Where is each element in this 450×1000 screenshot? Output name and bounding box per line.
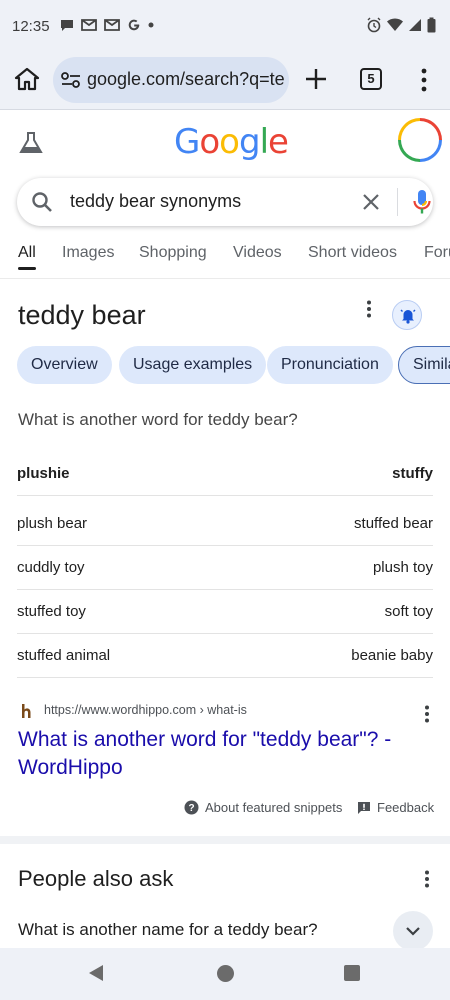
battery-icon bbox=[427, 17, 436, 33]
labs-flask-icon[interactable] bbox=[18, 130, 44, 156]
synonym-left[interactable]: cuddly toy bbox=[17, 559, 85, 576]
address-bar[interactable]: google.com/search?q=te bbox=[53, 57, 289, 103]
account-avatar[interactable] bbox=[398, 118, 442, 162]
search-icon bbox=[32, 192, 52, 212]
tab-all[interactable]: All bbox=[18, 244, 36, 262]
search-box[interactable]: teddy bear synonyms bbox=[17, 178, 433, 226]
alert-button[interactable] bbox=[392, 300, 422, 330]
paa-question[interactable]: What is another name for a teddy bear? bbox=[18, 920, 318, 940]
tabs-divider bbox=[0, 278, 450, 279]
google-g-icon bbox=[128, 19, 140, 31]
site-settings-icon[interactable] bbox=[60, 71, 82, 89]
search-input[interactable]: teddy bear synonyms bbox=[70, 191, 241, 212]
microphone-icon[interactable] bbox=[412, 189, 432, 215]
tab-videos[interactable]: Videos bbox=[233, 244, 282, 262]
gmail-icon bbox=[104, 19, 120, 31]
snippet-question: What is another word for teddy bear? bbox=[18, 410, 298, 429]
recents-icon[interactable] bbox=[344, 965, 360, 981]
wordhippo-favicon bbox=[22, 704, 31, 718]
dot-icon bbox=[148, 22, 154, 28]
google-logo-letter: e bbox=[268, 122, 289, 162]
chip-pronunciation[interactable]: Pronunciation bbox=[267, 346, 393, 384]
source-title-link[interactable]: What is another word for "teddy bear"? -… bbox=[18, 726, 428, 782]
google-logo-letter: o bbox=[219, 122, 240, 162]
topic-chips: Overview Usage examples Pronunciation Si… bbox=[17, 346, 450, 384]
more-options-icon[interactable] bbox=[366, 300, 372, 318]
tab-forums[interactable]: Forums bbox=[424, 244, 450, 262]
bell-icon bbox=[400, 309, 416, 324]
chevron-down-icon bbox=[406, 927, 420, 936]
home-nav-icon[interactable] bbox=[217, 965, 234, 982]
synonym-right[interactable]: beanie baby bbox=[351, 647, 433, 664]
wifi-icon bbox=[387, 18, 403, 31]
cell-signal-icon bbox=[409, 19, 421, 31]
home-icon[interactable] bbox=[14, 66, 40, 92]
search-tabs: All Images Shopping Videos Short videos … bbox=[18, 244, 450, 274]
chip-similar[interactable]: Similar bbox=[398, 346, 450, 384]
people-also-ask-title: People also ask bbox=[18, 866, 174, 891]
synonym-right[interactable]: soft toy bbox=[385, 603, 433, 620]
synonym-left[interactable]: plushie bbox=[17, 465, 70, 482]
tab-short-videos[interactable]: Short videos bbox=[308, 244, 397, 262]
search-divider bbox=[397, 188, 398, 216]
svg-text:?: ? bbox=[188, 803, 194, 814]
gmail-icon bbox=[81, 19, 97, 31]
paa-more-options-icon[interactable] bbox=[424, 870, 430, 888]
synonym-left[interactable]: stuffed toy bbox=[17, 603, 86, 620]
synonym-right[interactable]: plush toy bbox=[373, 559, 433, 576]
browser-toolbar: google.com/search?q=te 5 bbox=[0, 52, 450, 110]
synonym-right[interactable]: stuffy bbox=[392, 465, 433, 482]
synonym-right[interactable]: stuffed bear bbox=[354, 515, 433, 532]
feedback-icon bbox=[358, 801, 370, 814]
google-logo-letter: g bbox=[238, 122, 261, 162]
synonym-header-row: plushie stuffy bbox=[17, 452, 433, 496]
notification-icons bbox=[60, 18, 154, 32]
alarm-icon bbox=[367, 17, 381, 33]
synonym-left[interactable]: stuffed animal bbox=[17, 647, 110, 664]
back-icon[interactable] bbox=[88, 964, 104, 982]
url-text: google.com/search?q=te bbox=[87, 69, 285, 89]
system-nav-bar bbox=[0, 948, 450, 1000]
system-icons bbox=[366, 17, 436, 33]
source-url[interactable]: https://www.wordhippo.com › what-is bbox=[44, 703, 247, 717]
synonym-row: stuffed animal beanie baby bbox=[17, 634, 433, 678]
tab-images[interactable]: Images bbox=[62, 244, 114, 262]
google-logo: Google bbox=[174, 122, 289, 162]
google-logo-letter: l bbox=[259, 122, 270, 162]
google-logo-letter: G bbox=[174, 122, 200, 162]
browser-menu-icon[interactable] bbox=[414, 67, 434, 93]
help-icon: ? bbox=[184, 800, 199, 815]
active-tab-indicator bbox=[18, 267, 36, 270]
chip-usage-examples[interactable]: Usage examples bbox=[119, 346, 267, 384]
google-logo-letter: o bbox=[199, 122, 220, 162]
feedback-label: Feedback bbox=[377, 800, 435, 815]
paa-expand-button[interactable] bbox=[393, 911, 433, 951]
synonym-row: stuffed toy soft toy bbox=[17, 590, 433, 634]
feedback-link[interactable]: Feedback bbox=[357, 800, 434, 815]
source-more-options-icon[interactable] bbox=[424, 705, 430, 723]
synonym-row: cuddly toy plush toy bbox=[17, 546, 433, 590]
featured-title: teddy bear bbox=[18, 300, 146, 330]
status-bar: 12:35 bbox=[0, 0, 450, 52]
tab-switcher-button[interactable]: 5 bbox=[360, 68, 382, 90]
synonym-left[interactable]: plush bear bbox=[17, 515, 87, 532]
clear-icon[interactable] bbox=[360, 191, 382, 213]
chat-bubble-icon bbox=[61, 20, 73, 31]
about-featured-snippets[interactable]: ? About featured snippets bbox=[184, 800, 342, 815]
chip-overview[interactable]: Overview bbox=[17, 346, 112, 384]
about-snippets-label: About featured snippets bbox=[205, 800, 343, 815]
tab-shopping[interactable]: Shopping bbox=[139, 244, 207, 262]
status-time: 12:35 bbox=[12, 18, 50, 35]
new-tab-icon[interactable] bbox=[303, 65, 329, 93]
synonym-row: plush bear stuffed bear bbox=[17, 502, 433, 546]
section-divider bbox=[0, 836, 450, 844]
